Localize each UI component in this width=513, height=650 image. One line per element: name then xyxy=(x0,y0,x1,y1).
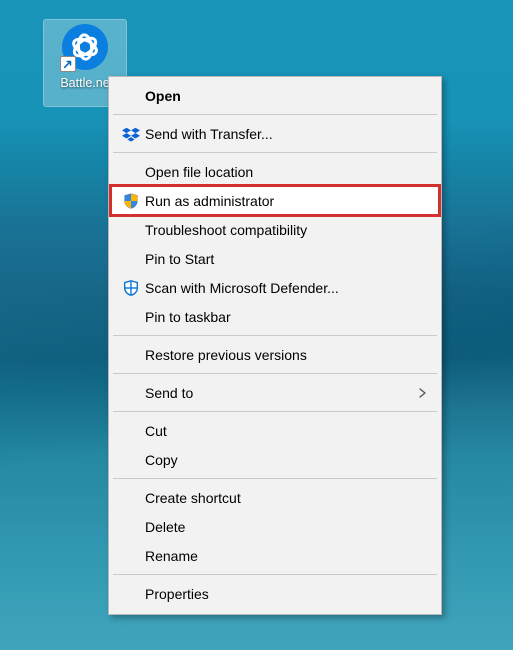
separator xyxy=(113,152,437,153)
menu-item-scan-defender[interactable]: Scan with Microsoft Defender... xyxy=(111,273,439,302)
menu-item-cut[interactable]: Cut xyxy=(111,416,439,445)
separator xyxy=(113,373,437,374)
uac-shield-icon xyxy=(117,192,145,210)
menu-item-send-with-transfer[interactable]: Send with Transfer... xyxy=(111,119,439,148)
menu-item-pin-to-taskbar[interactable]: Pin to taskbar xyxy=(111,302,439,331)
shortcut-arrow-icon xyxy=(60,56,76,72)
menu-item-create-shortcut[interactable]: Create shortcut xyxy=(111,483,439,512)
desktop-shortcut-label: Battle.ne xyxy=(60,76,109,90)
separator xyxy=(113,114,437,115)
menu-item-send-to[interactable]: Send to xyxy=(111,378,439,407)
menu-item-delete[interactable]: Delete xyxy=(111,512,439,541)
menu-item-pin-to-start[interactable]: Pin to Start xyxy=(111,244,439,273)
menu-item-open[interactable]: Open xyxy=(111,81,439,110)
menu-item-copy[interactable]: Copy xyxy=(111,445,439,474)
submenu-arrow-icon xyxy=(417,387,429,399)
defender-shield-icon xyxy=(117,279,145,297)
dropbox-icon xyxy=(117,125,145,143)
separator xyxy=(113,335,437,336)
menu-item-open-file-location[interactable]: Open file location xyxy=(111,157,439,186)
separator xyxy=(113,411,437,412)
separator xyxy=(113,574,437,575)
context-menu: Open Send with Transfer... Open file loc… xyxy=(108,76,442,615)
menu-item-properties[interactable]: Properties xyxy=(111,579,439,608)
separator xyxy=(113,478,437,479)
menu-item-restore-previous-versions[interactable]: Restore previous versions xyxy=(111,340,439,369)
menu-item-rename[interactable]: Rename xyxy=(111,541,439,570)
battlenet-icon xyxy=(62,24,108,70)
menu-item-troubleshoot-compatibility[interactable]: Troubleshoot compatibility xyxy=(111,215,439,244)
menu-item-run-as-administrator[interactable]: Run as administrator xyxy=(111,186,439,215)
